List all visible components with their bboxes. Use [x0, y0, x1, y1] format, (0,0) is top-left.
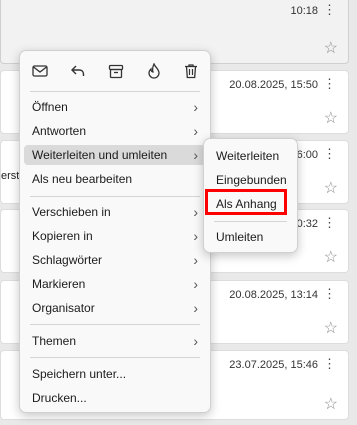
message-context-menu: Öffnen › Antworten › Weiterleiten und um… [19, 50, 211, 413]
menu-item-label: Organisator [32, 301, 95, 315]
reply-icon[interactable] [69, 62, 87, 80]
submenu-item-inline[interactable]: Eingebunden [216, 170, 287, 190]
menu-item-label: Weiterleiten und umleiten [32, 148, 168, 162]
menu-item-edit-as-new[interactable]: Als neu bearbeiten [32, 169, 210, 189]
menu-item-forward-redirect[interactable]: Weiterleiten und umleiten › [24, 145, 206, 165]
menu-item-organizer[interactable]: Organisator › [32, 298, 210, 318]
menu-item-label: Kopieren in [32, 229, 93, 243]
trash-icon[interactable] [182, 62, 200, 80]
spam-icon[interactable] [145, 62, 163, 80]
message-date: 20.08.2025, 15:50 [229, 79, 318, 91]
menu-item-label: Als neu bearbeiten [32, 172, 133, 186]
archive-icon[interactable] [107, 62, 125, 80]
message-date: 10:18 [290, 5, 318, 17]
menu-item-open[interactable]: Öffnen › [32, 97, 210, 117]
chevron-right-icon: › [193, 99, 198, 115]
chevron-right-icon: › [193, 276, 198, 292]
submenu-item-redirect[interactable]: Umleiten [216, 227, 263, 247]
star-icon[interactable]: ☆ [324, 321, 338, 337]
star-icon[interactable]: ☆ [324, 181, 338, 197]
highlight-box [205, 189, 287, 215]
message-date: 23.07.2025, 15:46 [229, 359, 318, 371]
chevron-right-icon: › [193, 228, 198, 244]
more-options-icon[interactable]: ⋮ [323, 77, 336, 91]
message-date: 20.08.2025, 13:14 [229, 289, 318, 301]
menu-item-label: Speichern unter... [32, 367, 127, 381]
menu-item-reply[interactable]: Antworten › [32, 121, 210, 141]
chevron-right-icon: › [193, 147, 198, 163]
menu-item-label: Schlagwörter [32, 253, 103, 267]
chevron-right-icon: › [193, 123, 198, 139]
star-icon[interactable]: ☆ [324, 41, 338, 57]
menu-item-print[interactable]: Drucken... [32, 388, 210, 408]
menu-item-themes[interactable]: Themen › [32, 331, 210, 351]
menu-item-copy-to[interactable]: Kopieren in › [32, 226, 210, 246]
menu-item-tags[interactable]: Schlagwörter › [32, 250, 210, 270]
menu-item-move-to[interactable]: Verschieben in › [32, 202, 210, 222]
menu-separator [30, 196, 200, 197]
chevron-right-icon: › [193, 252, 198, 268]
submenu-item-forward[interactable]: Weiterleiten [216, 146, 279, 166]
menu-item-label: Öffnen [32, 100, 68, 114]
menu-item-mark[interactable]: Markieren › [32, 274, 210, 294]
chevron-right-icon: › [193, 300, 198, 316]
menu-separator [30, 324, 200, 325]
star-icon[interactable]: ☆ [324, 397, 338, 413]
more-options-icon[interactable]: ⋮ [323, 357, 336, 371]
menu-separator [30, 91, 200, 92]
menu-item-label: Themen [32, 334, 77, 348]
menu-separator [30, 357, 200, 358]
menu-item-label: Markieren [32, 277, 86, 291]
context-menu-toolbar [20, 51, 210, 91]
more-options-icon[interactable]: ⋮ [323, 3, 336, 17]
chevron-right-icon: › [193, 204, 198, 220]
more-options-icon[interactable]: ⋮ [323, 147, 336, 161]
menu-item-label: Verschieben in [32, 205, 111, 219]
menu-item-label: Antworten [32, 124, 87, 138]
star-icon[interactable]: ☆ [324, 250, 338, 266]
more-options-icon[interactable]: ⋮ [323, 216, 336, 230]
menu-item-label: Drucken... [32, 391, 87, 405]
chevron-right-icon: › [193, 333, 198, 349]
menu-item-save-as[interactable]: Speichern unter... [32, 364, 210, 384]
mail-icon[interactable] [31, 62, 49, 80]
menu-separator [214, 221, 287, 222]
message-date: 6:00 [296, 149, 318, 161]
star-icon[interactable]: ☆ [324, 111, 338, 127]
more-options-icon[interactable]: ⋮ [323, 287, 336, 301]
